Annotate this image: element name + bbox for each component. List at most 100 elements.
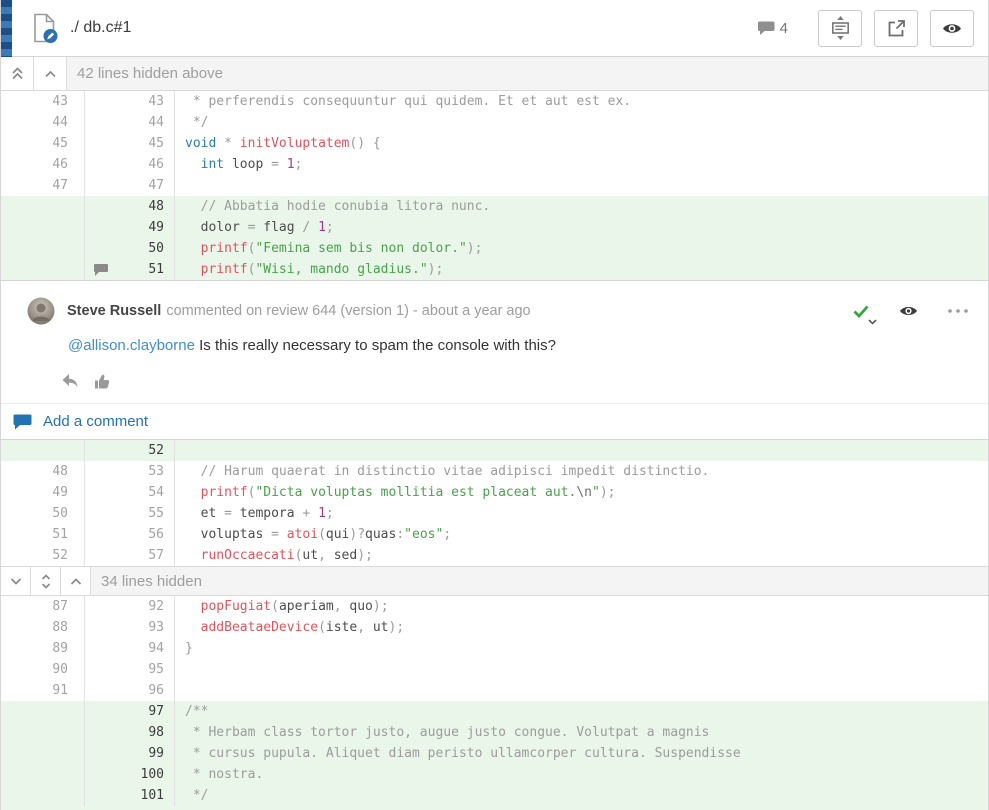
inline-comment-marker-icon[interactable] (93, 263, 109, 277)
old-line-number[interactable]: 46 (1, 154, 85, 175)
new-line-number[interactable]: 95 (85, 659, 175, 680)
old-line-number[interactable]: 43 (1, 91, 85, 112)
ellipsis-icon (948, 309, 968, 313)
comment-count[interactable]: 4 (758, 20, 788, 37)
double-chevron-up-icon (10, 66, 25, 81)
expand-vertical-icon (39, 574, 53, 589)
new-line-number[interactable]: 57 (85, 545, 175, 566)
code-text: addBeataeDevice(iste, ut); (175, 617, 404, 638)
code-line-96: 9196 (1, 680, 988, 701)
new-line-number[interactable]: 98 (85, 722, 175, 743)
expand-down-button[interactable] (1, 567, 31, 595)
comment-meta: commented on review 644 (version 1) - ab… (166, 303, 530, 319)
new-line-number[interactable]: 92 (85, 596, 175, 617)
code-line-48: 48 // Abbatia hodie conubia litora nunc. (1, 196, 988, 217)
new-line-number[interactable]: 47 (85, 175, 175, 196)
mark-viewed-button[interactable] (930, 10, 974, 47)
expand-all-above-button[interactable] (1, 57, 34, 90)
old-line-number[interactable]: 44 (1, 112, 85, 133)
added-region-continuation (1, 806, 988, 810)
new-line-number[interactable]: 55 (85, 503, 175, 524)
code-text: printf("Wisi, mando gladius."); (175, 259, 443, 280)
code-text: dolor = flag / 1; (175, 217, 334, 238)
old-line-number[interactable]: 45 (1, 133, 85, 154)
comment-count-icon (758, 21, 775, 35)
open-external-icon (887, 19, 906, 38)
code-line-43: 4343 * perferendis consequuntur qui quid… (1, 91, 988, 112)
new-line-number[interactable]: 53 (85, 461, 175, 482)
new-line-number[interactable]: 51 (85, 259, 175, 280)
old-line-number[interactable]: 89 (1, 638, 85, 659)
file-edited-icon (31, 13, 58, 44)
old-line-number[interactable] (1, 743, 85, 764)
thumbs-up-button[interactable] (94, 373, 111, 390)
expand-up-button[interactable] (34, 57, 67, 90)
old-line-number[interactable] (1, 259, 85, 280)
new-line-number[interactable]: 50 (85, 238, 175, 259)
new-line-number[interactable]: 96 (85, 680, 175, 701)
old-line-number[interactable] (1, 701, 85, 722)
new-line-number[interactable]: 49 (85, 217, 175, 238)
new-line-number[interactable]: 100 (85, 764, 175, 785)
old-line-number[interactable]: 91 (1, 680, 85, 701)
code-text: void * initVoluptatem() { (175, 133, 381, 154)
old-line-number[interactable]: 90 (1, 659, 85, 680)
code-text: * nostra. (175, 764, 263, 785)
green-check-icon (853, 305, 869, 318)
old-line-number[interactable] (1, 217, 85, 238)
chevron-down-icon (9, 576, 23, 587)
new-line-number[interactable]: 101 (85, 785, 175, 806)
code-line-98: 98 * Herbam class tortor justo, augue ju… (1, 722, 988, 743)
new-line-number[interactable]: 93 (85, 617, 175, 638)
watch-comment-button[interactable] (899, 305, 918, 317)
old-line-number[interactable]: 88 (1, 617, 85, 638)
comment-body: @allison.clayborne Is this really necess… (68, 337, 988, 359)
old-line-number[interactable]: 52 (1, 545, 85, 566)
old-line-number[interactable] (1, 440, 85, 461)
mention-link[interactable]: @allison.clayborne (68, 337, 195, 354)
old-line-number[interactable]: 48 (1, 461, 85, 482)
expand-up-button-2[interactable] (61, 567, 91, 595)
code-text: int loop = 1; (175, 154, 302, 175)
old-line-number[interactable] (1, 238, 85, 259)
new-line-number[interactable]: 54 (85, 482, 175, 503)
old-line-number[interactable] (1, 196, 85, 217)
comment-author[interactable]: Steve Russell (67, 303, 161, 319)
new-line-number[interactable]: 43 (85, 91, 175, 112)
new-line-number[interactable]: 56 (85, 524, 175, 545)
open-external-button[interactable] (874, 10, 918, 47)
old-line-number[interactable]: 51 (1, 524, 85, 545)
avatar[interactable] (27, 297, 55, 325)
old-line-number[interactable]: 50 (1, 503, 85, 524)
old-line-number[interactable]: 47 (1, 175, 85, 196)
old-line-number[interactable] (1, 785, 85, 806)
new-line-number[interactable]: 97 (85, 701, 175, 722)
hidden-lines-bar-top: 42 lines hidden above (1, 57, 988, 91)
resolve-button[interactable] (853, 305, 869, 318)
new-line-number[interactable]: 46 (85, 154, 175, 175)
change-map-stripe[interactable] (1, 0, 12, 57)
expand-comments-button[interactable] (818, 10, 862, 47)
old-line-number[interactable]: 87 (1, 596, 85, 617)
add-comment-button[interactable]: Add a comment (1, 404, 988, 439)
code-text (175, 440, 185, 461)
code-text: /** (175, 701, 208, 722)
expand-all-button[interactable] (31, 567, 61, 595)
new-line-number[interactable]: 52 (85, 440, 175, 461)
more-options-button[interactable] (948, 309, 968, 313)
code-line-93: 8893 addBeataeDevice(iste, ut); (1, 617, 988, 638)
old-line-number[interactable]: 49 (1, 482, 85, 503)
code-text: * cursus pupula. Aliquet diam peristo ul… (175, 743, 741, 764)
code-line-45: 4545void * initVoluptatem() { (1, 133, 988, 154)
old-line-number[interactable] (1, 764, 85, 785)
eye-icon (899, 305, 918, 317)
old-line-number[interactable] (1, 722, 85, 743)
new-line-number[interactable]: 45 (85, 133, 175, 154)
new-line-number[interactable]: 99 (85, 743, 175, 764)
new-line-number[interactable]: 44 (85, 112, 175, 133)
code-line-49: 49 dolor = flag / 1; (1, 217, 988, 238)
reply-button[interactable] (61, 373, 80, 389)
add-comment-icon (13, 414, 32, 430)
new-line-number[interactable]: 94 (85, 638, 175, 659)
new-line-number[interactable]: 48 (85, 196, 175, 217)
